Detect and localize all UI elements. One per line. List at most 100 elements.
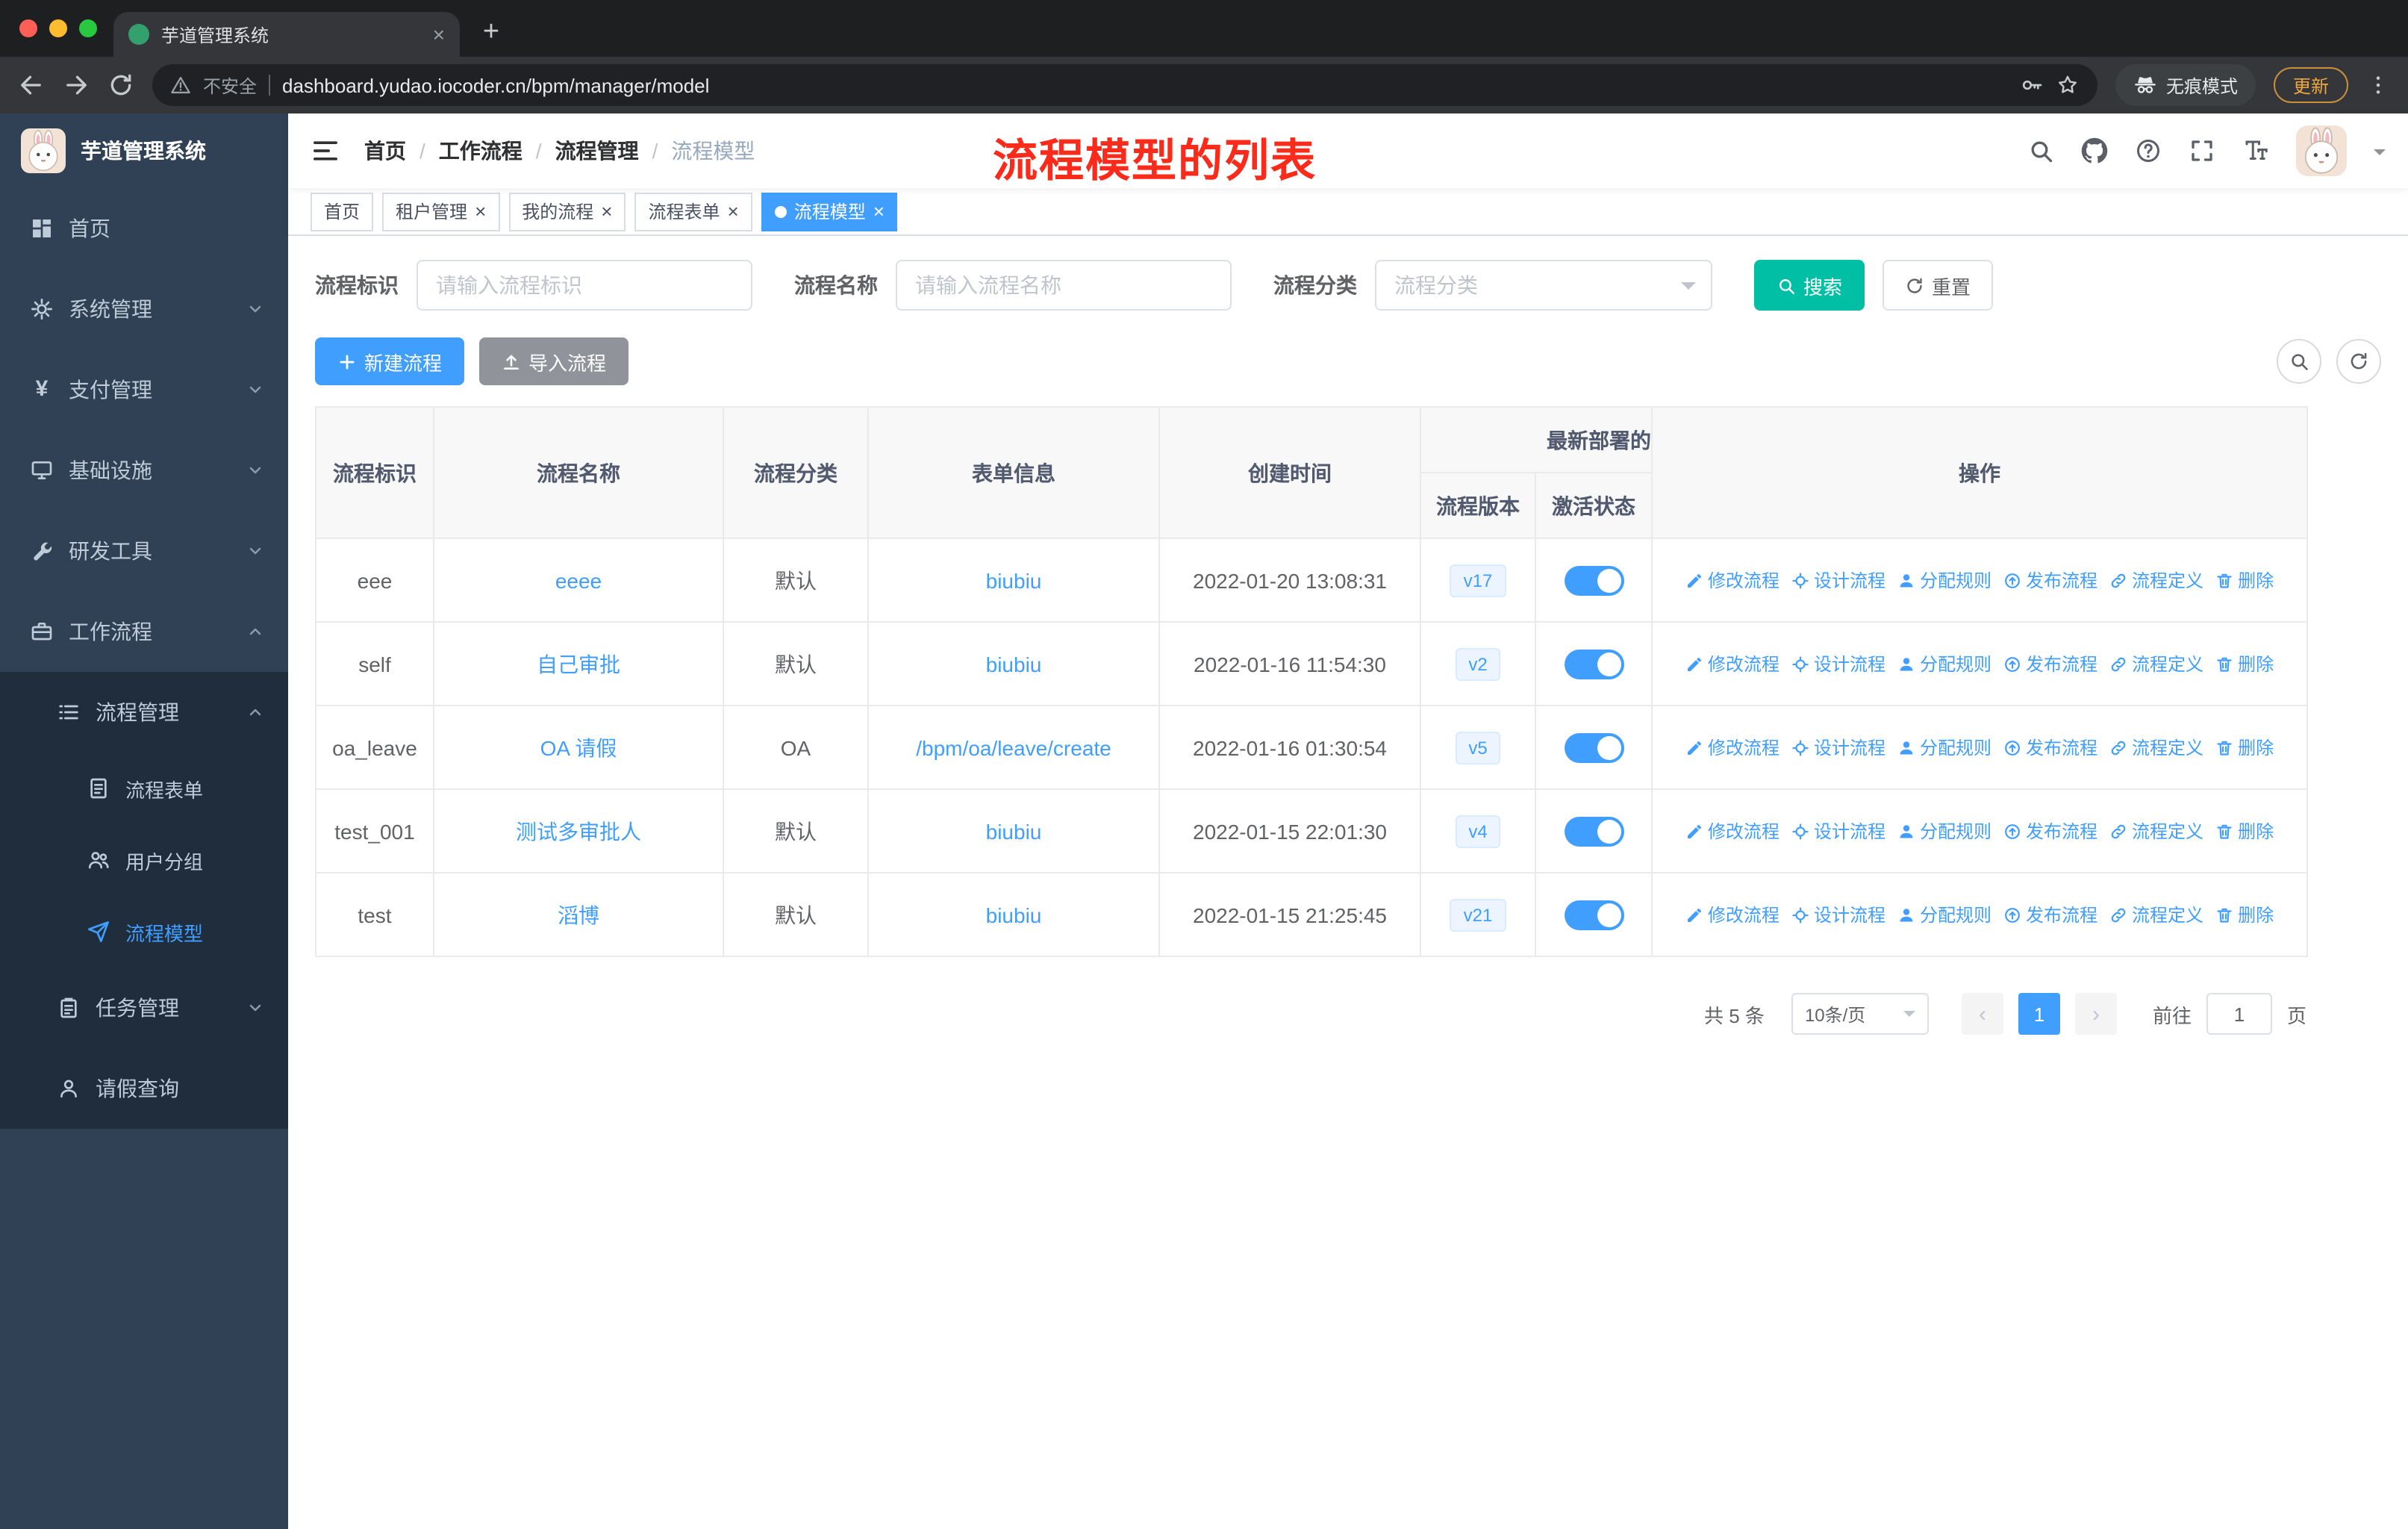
back-icon[interactable] (18, 72, 45, 99)
modify-process-link[interactable]: 修改流程 (1685, 567, 1780, 593)
publish-process-link[interactable]: 发布流程 (2003, 735, 2097, 760)
process-key-input[interactable] (417, 260, 752, 311)
tag-process-form[interactable]: 流程表单 × (634, 192, 752, 231)
browser-tab[interactable]: 芋道管理系统 × (113, 12, 460, 57)
process-name-link[interactable]: 滔博 (558, 903, 599, 927)
import-process-button[interactable]: 导入流程 (479, 337, 629, 385)
new-tab-button[interactable]: + (472, 13, 511, 52)
form-info-link[interactable]: biubiu (986, 652, 1042, 676)
form-info-link[interactable]: biubiu (986, 568, 1042, 592)
reset-button[interactable]: 重置 (1883, 260, 1994, 311)
close-icon[interactable]: × (475, 202, 486, 221)
delete-process-link[interactable]: 删除 (2215, 902, 2274, 927)
form-info-link[interactable]: biubiu (986, 819, 1042, 843)
sidebar-item-system[interactable]: 系统管理 (0, 269, 288, 349)
process-definition-link[interactable]: 流程定义 (2109, 567, 2203, 593)
breadcrumb-item[interactable]: 工作流程 (439, 136, 523, 166)
breadcrumb-item[interactable]: 首页 (364, 136, 406, 166)
process-name-input[interactable] (896, 260, 1232, 311)
star-icon[interactable] (2056, 73, 2080, 97)
active-toggle[interactable] (1564, 565, 1623, 595)
goto-page-input[interactable] (2206, 993, 2272, 1035)
search-button[interactable]: 搜索 (1754, 260, 1865, 311)
process-definition-link[interactable]: 流程定义 (2109, 902, 2203, 927)
create-process-button[interactable]: 新建流程 (315, 337, 465, 385)
publish-process-link[interactable]: 发布流程 (2003, 902, 2097, 927)
sidebar-item-process-form[interactable]: 流程表单 (0, 753, 288, 824)
process-definition-link[interactable]: 流程定义 (2109, 818, 2203, 844)
sidebar-item-devtools[interactable]: 研发工具 (0, 511, 288, 591)
tag-home[interactable]: 首页 (311, 192, 374, 231)
category-select[interactable]: 流程分类 (1375, 260, 1712, 311)
design-process-link[interactable]: 设计流程 (1791, 902, 1885, 927)
delete-process-link[interactable]: 删除 (2215, 651, 2274, 676)
delete-process-link[interactable]: 删除 (2215, 567, 2274, 593)
process-name-link[interactable]: OA 请假 (540, 735, 617, 759)
assign-rule-link[interactable]: 分配规则 (1897, 818, 1991, 844)
sidebar-item-process-model[interactable]: 流程模型 (0, 896, 288, 968)
active-toggle[interactable] (1564, 900, 1623, 929)
assign-rule-link[interactable]: 分配规则 (1897, 567, 1991, 593)
fullscreen-icon[interactable] (2189, 137, 2215, 164)
hamburger-icon[interactable] (311, 136, 340, 166)
tag-tenant[interactable]: 租户管理 × (382, 192, 500, 231)
design-process-link[interactable]: 设计流程 (1791, 735, 1885, 760)
close-icon[interactable]: × (433, 24, 445, 45)
tag-process-model[interactable]: 流程模型 × (761, 192, 898, 231)
sidebar-item-user-group[interactable]: 用户分组 (0, 824, 288, 896)
active-toggle[interactable] (1564, 732, 1623, 762)
sidebar-item-workflow[interactable]: 工作流程 (0, 591, 288, 672)
modify-process-link[interactable]: 修改流程 (1685, 902, 1780, 927)
font-size-icon[interactable] (2242, 137, 2269, 164)
forward-icon[interactable] (63, 72, 90, 99)
page-1-button[interactable]: 1 (2018, 993, 2060, 1035)
update-browser-button[interactable]: 更新 (2273, 67, 2348, 103)
breadcrumb-item[interactable]: 流程管理 (555, 136, 639, 166)
delete-process-link[interactable]: 删除 (2215, 735, 2274, 760)
assign-rule-link[interactable]: 分配规则 (1897, 902, 1991, 927)
modify-process-link[interactable]: 修改流程 (1685, 651, 1780, 676)
process-definition-link[interactable]: 流程定义 (2109, 651, 2203, 676)
close-window-button[interactable] (19, 19, 37, 37)
form-info-link[interactable]: /bpm/oa/leave/create (916, 735, 1111, 759)
assign-rule-link[interactable]: 分配规则 (1897, 735, 1991, 760)
close-icon[interactable]: × (728, 202, 739, 221)
refresh-table-button[interactable] (2336, 339, 2381, 384)
zoom-window-button[interactable] (79, 19, 97, 37)
publish-process-link[interactable]: 发布流程 (2003, 567, 2097, 593)
close-icon[interactable]: × (873, 202, 885, 221)
sidebar-item-leave-query[interactable]: 请假查询 (0, 1048, 288, 1129)
reload-icon[interactable] (107, 72, 134, 99)
process-name-link[interactable]: 测试多审批人 (516, 819, 641, 843)
question-icon[interactable] (2135, 137, 2162, 164)
design-process-link[interactable]: 设计流程 (1791, 567, 1885, 593)
modify-process-link[interactable]: 修改流程 (1685, 818, 1780, 844)
sidebar-item-payment[interactable]: ¥ 支付管理 (0, 349, 288, 430)
close-icon[interactable]: × (601, 202, 612, 221)
sidebar-item-task-mgmt[interactable]: 任务管理 (0, 968, 288, 1048)
prev-page-button[interactable]: ‹ (1961, 993, 2003, 1035)
page-size-select[interactable]: 10条/页 (1791, 993, 1929, 1035)
toggle-search-button[interactable] (2277, 339, 2321, 384)
sidebar-item-home[interactable]: 首页 (0, 188, 288, 269)
sidebar-item-process-mgmt[interactable]: 流程管理 (0, 672, 288, 753)
sidebar-item-infra[interactable]: 基础设施 (0, 430, 288, 511)
search-icon[interactable] (2027, 137, 2054, 164)
active-toggle[interactable] (1564, 816, 1623, 846)
design-process-link[interactable]: 设计流程 (1791, 651, 1885, 676)
publish-process-link[interactable]: 发布流程 (2003, 818, 2097, 844)
form-info-link[interactable]: biubiu (986, 903, 1042, 927)
active-toggle[interactable] (1564, 649, 1623, 679)
menu-dots-icon[interactable] (2366, 73, 2390, 97)
delete-process-link[interactable]: 删除 (2215, 818, 2274, 844)
process-definition-link[interactable]: 流程定义 (2109, 735, 2203, 760)
app-logo[interactable]: 芋道管理系统 (0, 113, 288, 188)
modify-process-link[interactable]: 修改流程 (1685, 735, 1780, 760)
assign-rule-link[interactable]: 分配规则 (1897, 651, 1991, 676)
process-name-link[interactable]: eeee (555, 568, 602, 592)
publish-process-link[interactable]: 发布流程 (2003, 651, 2097, 676)
tag-my-process[interactable]: 我的流程 × (508, 192, 626, 231)
github-icon[interactable] (2081, 137, 2108, 164)
avatar[interactable] (2296, 125, 2347, 176)
key-icon[interactable] (2020, 73, 2044, 97)
